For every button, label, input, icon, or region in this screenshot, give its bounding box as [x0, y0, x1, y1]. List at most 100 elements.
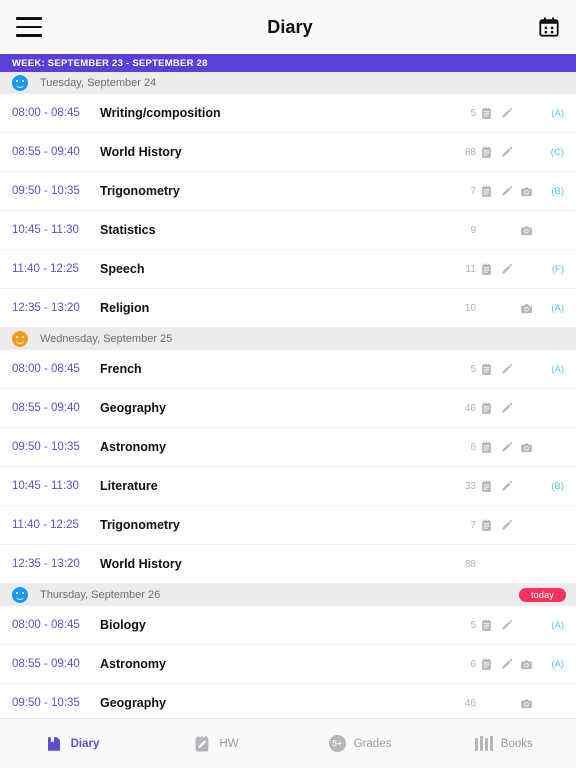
nav-tab-diary[interactable]: Diary [0, 735, 144, 753]
note-icon[interactable] [476, 402, 496, 415]
pencil-icon[interactable] [496, 185, 516, 198]
note-icon[interactable] [476, 146, 496, 159]
today-badge: today [518, 588, 566, 602]
day-header[interactable]: Tuesday, September 24 [0, 72, 576, 94]
lesson-row[interactable]: 09:50 - 10:35 Astronomy 6 [0, 428, 576, 467]
lesson-row[interactable]: 11:40 - 12:25 Trigonometry 7 [0, 506, 576, 545]
lesson-meta: 88 [450, 559, 564, 570]
note-icon[interactable] [476, 480, 496, 493]
lesson-row[interactable]: 08:55 - 09:40 Geography 46 [0, 389, 576, 428]
lesson-count: 5 [470, 619, 476, 631]
pencil-icon[interactable] [496, 146, 516, 159]
lesson-meta: 5 (A) [450, 363, 564, 376]
lesson-grade[interactable]: (F) [536, 264, 564, 275]
pencil-icon[interactable] [496, 263, 516, 276]
lesson-count: 7 [470, 519, 476, 531]
lesson-time: 09:50 - 10:35 [12, 697, 80, 709]
nav-tab-label: HW [219, 737, 239, 750]
lesson-time: 12:35 - 13:20 [12, 558, 80, 570]
calendar-icon[interactable] [538, 16, 560, 38]
lesson-meta: 10 (A) [450, 302, 564, 315]
lesson-time: 08:55 - 09:40 [12, 146, 80, 158]
lesson-row[interactable]: 08:00 - 08:45 Biology 5 (A) [0, 606, 576, 645]
lesson-grade[interactable]: (A) [536, 659, 564, 670]
lesson-subject: Geography [100, 401, 166, 415]
pencil-icon[interactable] [496, 658, 516, 671]
lesson-subject: Trigonometry [100, 184, 180, 198]
diary-app: Diary WEEK: SEPTEMBER 23 - SEPTEMBER 28 … [0, 0, 576, 768]
note-icon[interactable] [476, 363, 496, 376]
lesson-time: 08:00 - 08:45 [12, 619, 80, 631]
camera-icon[interactable] [516, 658, 536, 671]
grades-badge-text: 5+ [332, 738, 342, 749]
nav-tab-label: Grades [353, 737, 392, 750]
lesson-meta: 6 (A) [450, 658, 564, 671]
day-header[interactable]: Thursday, September 26 today [0, 584, 576, 606]
camera-icon[interactable] [516, 224, 536, 237]
camera-icon[interactable] [516, 697, 536, 710]
lesson-row[interactable]: 08:55 - 09:40 World History 88 (C) [0, 133, 576, 172]
diary-schedule-list[interactable]: Tuesday, September 24 08:00 - 08:45 Writin… [0, 72, 576, 718]
lesson-count: 6 [470, 441, 476, 453]
lesson-count: 33 [464, 480, 476, 492]
diary-book-icon [45, 735, 63, 753]
top-app-bar: Diary [0, 0, 576, 54]
lesson-row[interactable]: 12:35 - 13:20 Religion 10 (A) [0, 289, 576, 328]
lesson-grade[interactable]: (B) [536, 481, 564, 492]
week-range-banner: WEEK: SEPTEMBER 23 - SEPTEMBER 28 [0, 54, 576, 72]
pencil-icon[interactable] [496, 519, 516, 532]
nav-tab-hw[interactable]: HW [144, 735, 288, 753]
lesson-subject: Religion [100, 301, 150, 315]
lesson-time: 08:55 - 09:40 [12, 658, 80, 670]
camera-icon[interactable] [516, 185, 536, 198]
day-mood-icon [12, 587, 28, 603]
lesson-row[interactable]: 12:35 - 13:20 World History 88 [0, 545, 576, 584]
lesson-row[interactable]: 09:50 - 10:35 Geography 46 [0, 684, 576, 718]
lesson-row[interactable]: 09:50 - 10:35 Trigonometry 7 (B) [0, 172, 576, 211]
lesson-row[interactable]: 10:45 - 11:30 Statistics 9 [0, 211, 576, 250]
lesson-time: 12:35 - 13:20 [12, 302, 80, 314]
lesson-grade[interactable]: (A) [536, 620, 564, 631]
nav-tab-books[interactable]: Books [432, 736, 576, 751]
pencil-icon[interactable] [496, 402, 516, 415]
note-icon[interactable] [476, 519, 496, 532]
nav-tab-label: Books [500, 737, 533, 750]
lesson-count: 6 [470, 658, 476, 670]
pencil-icon[interactable] [496, 619, 516, 632]
lesson-grade[interactable]: (C) [536, 147, 564, 158]
nav-tab-label: Diary [70, 737, 100, 750]
camera-icon[interactable] [516, 302, 536, 315]
lesson-count: 88 [464, 558, 476, 570]
lesson-grade[interactable]: (A) [536, 364, 564, 375]
lesson-grade[interactable]: (B) [536, 186, 564, 197]
lesson-subject: World History [100, 145, 182, 159]
pencil-icon[interactable] [496, 363, 516, 376]
hamburger-menu-icon[interactable] [16, 17, 42, 37]
lesson-grade[interactable]: (A) [536, 108, 564, 119]
lesson-count: 5 [470, 107, 476, 119]
lesson-row[interactable]: 08:00 - 08:45 French 5 (A) [0, 350, 576, 389]
pencil-icon[interactable] [496, 441, 516, 454]
camera-icon[interactable] [516, 441, 536, 454]
note-icon[interactable] [476, 619, 496, 632]
note-icon[interactable] [476, 107, 496, 120]
lesson-grade[interactable]: (A) [536, 303, 564, 314]
note-icon[interactable] [476, 658, 496, 671]
week-range-label: WEEK: SEPTEMBER 23 - SEPTEMBER 28 [12, 57, 208, 69]
lesson-row[interactable]: 11:40 - 12:25 Speech 11 (F) [0, 250, 576, 289]
note-icon[interactable] [476, 441, 496, 454]
pencil-icon[interactable] [496, 480, 516, 493]
note-icon[interactable] [476, 263, 496, 276]
lesson-time: 10:45 - 11:30 [12, 480, 79, 492]
note-icon[interactable] [476, 185, 496, 198]
lesson-row[interactable]: 08:55 - 09:40 Astronomy 6 (A) [0, 645, 576, 684]
nav-tab-grades[interactable]: 5+ Grades [288, 735, 432, 752]
lesson-count: 5 [470, 363, 476, 375]
lesson-meta: 5 (A) [450, 107, 564, 120]
pencil-icon[interactable] [496, 107, 516, 120]
lesson-count: 7 [470, 185, 476, 197]
lesson-row[interactable]: 08:00 - 08:45 Writing/composition 5 (A) [0, 94, 576, 133]
day-header[interactable]: Wednesday, September 25 [0, 328, 576, 350]
lesson-row[interactable]: 10:45 - 11:30 Literature 33 (B) [0, 467, 576, 506]
lesson-subject: Astronomy [100, 657, 166, 671]
